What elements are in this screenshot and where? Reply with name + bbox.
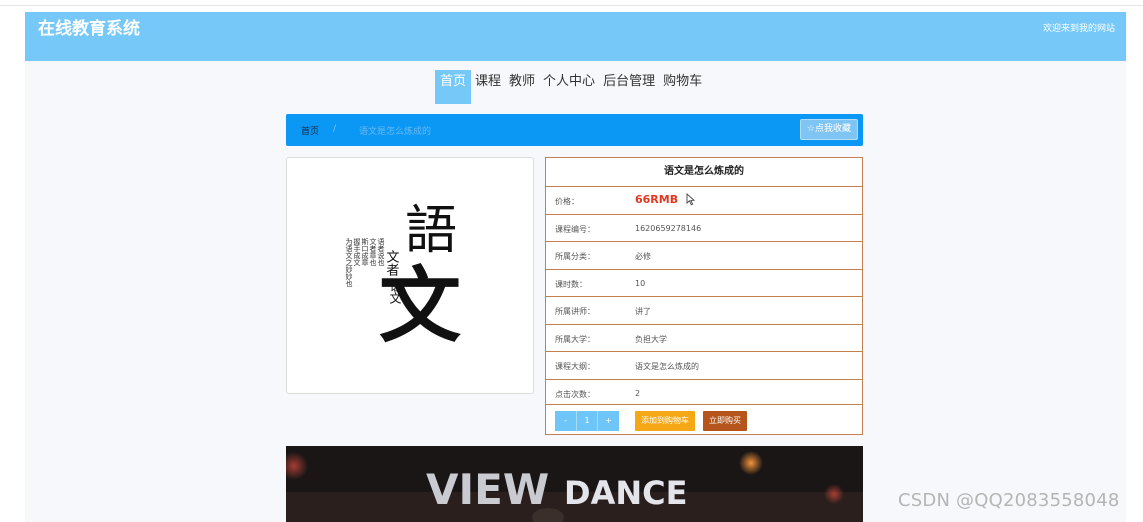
field-label-course-id: 课程编号： bbox=[555, 224, 595, 234]
price-value: 66RMB bbox=[635, 193, 679, 206]
nav-home[interactable]: 首页 bbox=[435, 70, 472, 104]
window-top-line bbox=[0, 0, 1143, 6]
cover-small-col-5: 为语文之妙妙也 bbox=[345, 237, 353, 287]
field-value-teacher: 讲了 bbox=[635, 307, 651, 316]
favorite-button[interactable]: ☆点我收藏 bbox=[799, 119, 858, 140]
field-value-course-id: 1620659278146 bbox=[635, 223, 702, 233]
star-icon: ☆ bbox=[806, 124, 815, 134]
add-to-cart-button[interactable]: 添加到购物车 bbox=[635, 411, 695, 431]
field-label-lessons: 课时数： bbox=[555, 279, 587, 289]
breadcrumb: 首页 / 语文是怎么炼成的 ☆点我收藏 bbox=[286, 114, 863, 146]
increment-button[interactable]: + bbox=[598, 411, 619, 431]
cover-col-right-1: 文者 bbox=[384, 250, 400, 277]
page-container: 在线教育系统 欢迎来到我的网站 首页 课程 教师 个人中心 后台管理 购物车 首… bbox=[25, 12, 1126, 522]
detail-row: 课程大纲： 语文是怎么炼成的 bbox=[546, 351, 862, 379]
welcome-text: 欢迎来到我的网站 bbox=[1042, 24, 1115, 34]
field-label-outline: 课程大纲： bbox=[555, 362, 595, 371]
nav-cart[interactable]: 购物车 bbox=[659, 70, 706, 104]
purchase-actions: - 1 + 添加到购物车 立即购买 bbox=[546, 404, 862, 435]
detail-row: 课时数： 10 bbox=[546, 268, 862, 297]
field-value-lessons: 10 bbox=[635, 278, 646, 288]
site-title[interactable]: 在线教育系统 bbox=[38, 18, 140, 40]
field-value-clicks: 2 bbox=[635, 388, 641, 398]
nav-personal-center[interactable]: 个人中心 bbox=[539, 70, 599, 104]
detail-row: 所属讲师： 讲了 bbox=[546, 296, 862, 324]
quantity-stepper: - 1 + bbox=[555, 411, 619, 431]
breadcrumb-current: 语文是怎么炼成的 bbox=[359, 127, 432, 137]
detail-row-price: 价格： 66RMB bbox=[546, 186, 862, 214]
detail-row: 所属大学： 负担大学 bbox=[546, 323, 862, 352]
cover-small-col-2: 文者章也 bbox=[369, 237, 377, 266]
course-cover-card: 語 文 文者 语文 语者说也 文者章也 斯口成章 握手成文 为语文之妙妙也 bbox=[286, 157, 534, 394]
buy-now-button[interactable]: 立即购买 bbox=[703, 411, 747, 431]
site-header: 在线教育系统 欢迎来到我的网站 bbox=[25, 12, 1126, 61]
decrement-button[interactable]: - bbox=[555, 411, 576, 431]
nav-admin[interactable]: 后台管理 bbox=[599, 70, 659, 104]
course-video[interactable]: VIEW DANCE bbox=[286, 446, 863, 522]
csdn-watermark: CSDN @QQ2083558048 bbox=[898, 490, 1120, 511]
field-label-teacher: 所属讲师： bbox=[555, 307, 595, 316]
mouse-cursor-icon bbox=[686, 193, 695, 206]
video-sign-text-2: DANCE bbox=[564, 474, 687, 512]
course-detail-table: 语文是怎么炼成的 价格： 66RMB 课程编号： 1620659278146 所… bbox=[545, 157, 863, 435]
detail-row: 点击次数： 2 bbox=[546, 378, 862, 407]
field-label-university: 所属大学： bbox=[555, 334, 595, 344]
field-label-category: 所属分类： bbox=[555, 252, 595, 261]
course-title: 语文是怎么炼成的 bbox=[664, 166, 744, 177]
breadcrumb-separator: / bbox=[333, 124, 337, 134]
cover-char-top: 語 bbox=[405, 201, 457, 261]
breadcrumb-home[interactable]: 首页 bbox=[301, 124, 319, 137]
cover-col-right-2: 语文 bbox=[388, 280, 402, 304]
cover-small-col-3: 斯口成章 bbox=[361, 237, 369, 266]
video-sign-text-1: VIEW bbox=[426, 465, 549, 514]
price-label: 价格： bbox=[555, 197, 579, 206]
cover-small-col-4: 握手成文 bbox=[353, 237, 361, 267]
book-cover-image: 語 文 文者 语文 语者说也 文者章也 斯口成章 握手成文 为语文之妙妙也 bbox=[345, 201, 461, 354]
detail-row: 课程编号： 1620659278146 bbox=[546, 213, 862, 242]
cover-small-col-1: 语者说也 bbox=[377, 237, 385, 266]
field-value-category: 必修 bbox=[635, 252, 651, 261]
nav-courses[interactable]: 课程 bbox=[471, 70, 505, 104]
field-label-clicks: 点击次数： bbox=[555, 389, 595, 399]
quantity-input[interactable]: 1 bbox=[576, 411, 598, 431]
detail-row: 所属分类： 必修 bbox=[546, 241, 862, 269]
main-nav: 首页 课程 教师 个人中心 后台管理 购物车 bbox=[435, 70, 706, 104]
field-value-university: 负担大学 bbox=[635, 334, 667, 344]
video-frame-image: VIEW DANCE bbox=[286, 446, 863, 522]
favorite-label: 点我收藏 bbox=[814, 124, 851, 134]
nav-teachers[interactable]: 教师 bbox=[505, 70, 539, 104]
field-value-outline: 语文是怎么炼成的 bbox=[635, 362, 699, 371]
